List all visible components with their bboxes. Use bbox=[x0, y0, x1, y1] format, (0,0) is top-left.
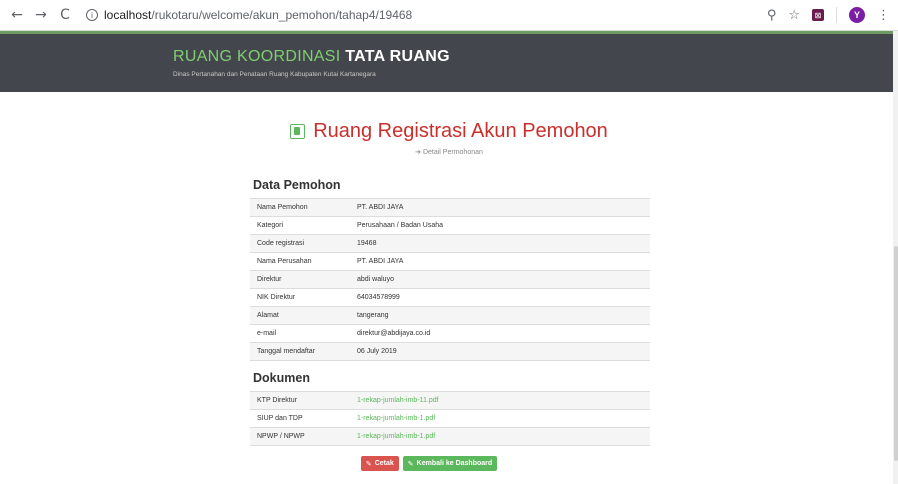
table-row: KTP Direktur 1-rekap-jumlah-imb-11.pdf bbox=[250, 391, 650, 410]
table-row: Nama Pemohon PT. ABDI JAYA bbox=[250, 198, 650, 217]
row-label: Code registrasi bbox=[250, 234, 350, 253]
site-title-part2: TATA RUANG bbox=[345, 48, 450, 65]
row-label: Alamat bbox=[250, 306, 350, 325]
row-label: NIK Direktur bbox=[250, 288, 350, 307]
data-pemohon-heading: Data Pemohon bbox=[253, 178, 341, 192]
site-title[interactable]: RUANG KOORDINASI TATA RUANG bbox=[173, 48, 898, 66]
row-value: 19468 bbox=[350, 234, 650, 253]
row-value: abdi waluyo bbox=[350, 270, 650, 289]
table-row: Alamat tangerang bbox=[250, 306, 650, 325]
toolbar-divider bbox=[836, 7, 837, 23]
cetak-button[interactable]: ✎ Cetak bbox=[360, 456, 399, 471]
table-row: Kategori Perusahaan / Badan Usaha bbox=[250, 216, 650, 235]
table-row: Code registrasi 19468 bbox=[250, 234, 650, 253]
extension-icon[interactable]: ⊠ bbox=[812, 9, 824, 21]
reload-icon[interactable]: C bbox=[56, 6, 74, 24]
row-value: direktur@abdijaya.co.id bbox=[350, 324, 650, 343]
table-row: NPWP / NPWP 1-rekap-jumlah-imb-1.pdf bbox=[250, 427, 650, 446]
contact-book-icon bbox=[290, 124, 306, 139]
scrollbar-track[interactable] bbox=[893, 31, 898, 484]
back-icon[interactable]: ← bbox=[8, 6, 26, 24]
browser-actions: ⚲ ☆ ⊠ Y ⋮ bbox=[767, 7, 890, 23]
row-label: SIUP dan TDP bbox=[250, 409, 350, 428]
browser-menu-icon[interactable]: ⋮ bbox=[877, 8, 890, 23]
arrow-right-icon: ➔ bbox=[415, 148, 421, 156]
site-title-part1: RUANG KOORDINASI bbox=[173, 48, 346, 65]
row-value: PT. ABDI JAYA bbox=[350, 198, 650, 217]
site-subtitle: Dinas Pertanahan dan Penataan Ruang Kabu… bbox=[173, 71, 376, 78]
info-icon[interactable]: i bbox=[86, 9, 98, 21]
table-row: Tanggal mendaftar 06 July 2019 bbox=[250, 342, 650, 361]
cetak-label: Cetak bbox=[374, 460, 394, 467]
page-title: Ruang Registrasi Akun Pemohon bbox=[290, 120, 608, 143]
main-content: Ruang Registrasi Akun Pemohon ➔ Detail Pe… bbox=[0, 92, 898, 484]
dokumen-heading: Dokumen bbox=[253, 371, 310, 385]
action-buttons: ✎ Cetak ✎ Kembali ke Dashboard bbox=[0, 456, 898, 471]
table-row: SIUP dan TDP 1-rekap-jumlah-imb-1.pdf bbox=[250, 409, 650, 428]
row-label: e-mail bbox=[250, 324, 350, 343]
row-label: Kategori bbox=[250, 216, 350, 235]
kembali-dashboard-button[interactable]: ✎ Kembali ke Dashboard bbox=[402, 456, 498, 471]
row-value: PT. ABDI JAYA bbox=[350, 252, 650, 271]
document-link[interactable]: 1-rekap-jumlah-imb-1.pdf bbox=[357, 415, 435, 422]
zoom-icon[interactable]: ⚲ bbox=[767, 8, 777, 23]
row-value: tangerang bbox=[350, 306, 650, 325]
profile-avatar[interactable]: Y bbox=[849, 7, 865, 23]
forward-icon[interactable]: → bbox=[32, 6, 50, 24]
row-label: Nama Perusahan bbox=[250, 252, 350, 271]
address-bar[interactable]: i localhost/rukotaru/welcome/akun_pemoho… bbox=[86, 4, 767, 26]
row-value: Perusahaan / Badan Usaha bbox=[350, 216, 650, 235]
row-label: Tanggal mendaftar bbox=[250, 342, 350, 361]
page-title-text: Ruang Registrasi Akun Pemohon bbox=[313, 120, 608, 142]
edit-icon: ✎ bbox=[407, 459, 414, 468]
table-row: NIK Direktur 64034578999 bbox=[250, 288, 650, 307]
row-label: Nama Pemohon bbox=[250, 198, 350, 217]
scrollbar-thumb[interactable] bbox=[894, 246, 898, 461]
url-host: localhost bbox=[104, 8, 152, 22]
page-title-wrap: Ruang Registrasi Akun Pemohon bbox=[0, 120, 898, 144]
table-row: Direktur abdi waluyo bbox=[250, 270, 650, 289]
row-value: 1-rekap-jumlah-imb-1.pdf bbox=[350, 427, 650, 446]
dokumen-table: KTP Direktur 1-rekap-jumlah-imb-11.pdf SI… bbox=[250, 391, 650, 446]
row-label: NPWP / NPWP bbox=[250, 427, 350, 446]
site-header: RUANG KOORDINASI TATA RUANG Dinas Pertan… bbox=[0, 31, 898, 92]
bookmark-star-icon[interactable]: ☆ bbox=[788, 8, 800, 23]
edit-icon: ✎ bbox=[365, 459, 372, 468]
detail-permohonan-link[interactable]: ➔ Detail Permohonan bbox=[0, 148, 898, 156]
data-pemohon-table: Nama Pemohon PT. ABDI JAYA Kategori Perusa… bbox=[250, 198, 650, 361]
row-value: 64034578999 bbox=[350, 288, 650, 307]
row-value: 1-rekap-jumlah-imb-1.pdf bbox=[350, 409, 650, 428]
table-row: e-mail direktur@abdijaya.co.id bbox=[250, 324, 650, 343]
document-link[interactable]: 1-rekap-jumlah-imb-11.pdf bbox=[357, 397, 439, 404]
url-path: /rukotaru/welcome/akun_pemohon/tahap4/19… bbox=[151, 8, 413, 22]
detail-permohonan-text: Detail Permohonan bbox=[422, 149, 483, 156]
row-value: 06 July 2019 bbox=[350, 342, 650, 361]
row-value: 1-rekap-jumlah-imb-11.pdf bbox=[350, 391, 650, 410]
kembali-label: Kembali ke Dashboard bbox=[416, 460, 493, 467]
row-label: KTP Direktur bbox=[250, 391, 350, 410]
browser-toolbar: ← → C i localhost/rukotaru/welcome/akun_… bbox=[0, 0, 898, 31]
row-label: Direktur bbox=[250, 270, 350, 289]
table-row: Nama Perusahan PT. ABDI JAYA bbox=[250, 252, 650, 271]
document-link[interactable]: 1-rekap-jumlah-imb-1.pdf bbox=[357, 433, 435, 440]
